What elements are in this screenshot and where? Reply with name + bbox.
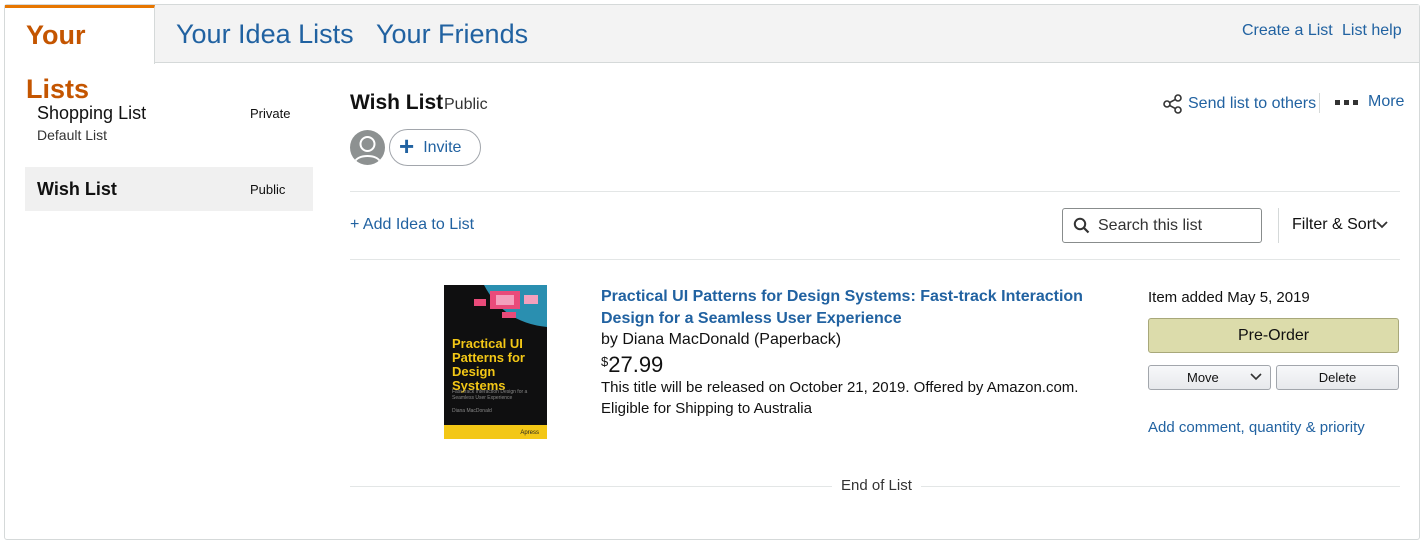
list-help-link[interactable]: List help	[1342, 22, 1402, 40]
plus-icon: +	[399, 131, 415, 161]
search-input[interactable]	[1098, 216, 1248, 235]
cover-publisher: Apress	[520, 430, 539, 436]
shipping-note: Eligible for Shipping to Australia	[601, 400, 812, 417]
create-list-link[interactable]: Create a List	[1242, 22, 1333, 40]
share-icon	[1163, 94, 1182, 114]
invite-button[interactable]: + Invite	[389, 129, 481, 166]
list-name: Shopping List	[37, 103, 147, 123]
sidebar-item-shopping-list[interactable]: Shopping List Default List Private	[25, 95, 313, 155]
divider	[1319, 93, 1320, 113]
list-privacy: Private	[250, 106, 291, 121]
chevron-down-icon	[1376, 221, 1389, 229]
more-dots-icon	[1335, 99, 1358, 105]
filter-sort-dropdown[interactable]: Filter & Sort	[1292, 216, 1389, 234]
item-title-link[interactable]: Practical UI Patterns for Design Systems…	[601, 286, 1126, 330]
cover-graphic	[474, 285, 547, 327]
more-button[interactable]: More	[1335, 93, 1404, 111]
tab-bar: Your Lists Your Idea Lists Your Friends …	[5, 5, 1419, 104]
more-label: More	[1368, 93, 1405, 110]
cover-title: Practical UI Patterns for Design Systems	[452, 336, 525, 393]
search-icon	[1073, 217, 1090, 234]
tab-your-idea-lists[interactable]: Your Idea Lists	[155, 5, 375, 63]
price-amount: 27.99	[608, 352, 664, 377]
price-currency: $	[601, 354, 609, 369]
divider	[350, 191, 1400, 192]
person-icon	[354, 136, 381, 163]
send-list-button[interactable]: Send list to others	[1162, 93, 1316, 115]
list-subtitle: Default List	[37, 127, 108, 143]
lists-page: Your Lists Your Idea Lists Your Friends …	[4, 4, 1420, 540]
list-status: Public	[444, 96, 488, 113]
filter-sort-label: Filter & Sort	[1292, 216, 1377, 233]
add-comment-link[interactable]: Add comment, quantity & priority	[1148, 419, 1365, 436]
add-idea-link[interactable]: + Add Idea to List	[350, 216, 474, 234]
release-note: This title will be released on October 2…	[601, 379, 1079, 396]
invite-label: Invite	[423, 138, 462, 156]
move-label: Move	[1187, 370, 1219, 385]
list-privacy: Public	[250, 182, 286, 197]
tab-your-friends[interactable]: Your Friends	[355, 5, 549, 63]
avatar	[350, 130, 385, 165]
move-dropdown[interactable]: Move	[1148, 365, 1271, 390]
cover-subtitle: Fast-track Interaction Design for a Seam…	[452, 389, 528, 401]
book-cover-image[interactable]: Practical UI Patterns for Design Systems…	[444, 285, 547, 439]
pre-order-button[interactable]: Pre-Order	[1148, 318, 1399, 353]
chevron-down-icon	[1250, 373, 1262, 381]
list-name: Wish List	[37, 179, 117, 199]
sidebar-item-wish-list[interactable]: Wish List Public	[25, 167, 313, 211]
send-list-label: Send list to others	[1188, 95, 1317, 112]
item-added-date: Item added May 5, 2019	[1148, 289, 1310, 306]
item-availability: This title will be released on October 2…	[601, 377, 1078, 419]
delete-button[interactable]: Delete	[1276, 365, 1399, 390]
search-box	[1062, 208, 1262, 243]
end-of-list-label: End of List	[832, 477, 921, 494]
cover-author: Diana MacDonald	[452, 408, 492, 414]
divider	[1278, 208, 1279, 243]
tab-your-lists[interactable]: Your Lists	[5, 5, 155, 104]
item-byline: by Diana MacDonald (Paperback)	[601, 331, 842, 348]
divider	[350, 259, 1400, 260]
item-price: $27.99	[601, 352, 663, 378]
list-title: Wish List	[350, 91, 444, 114]
